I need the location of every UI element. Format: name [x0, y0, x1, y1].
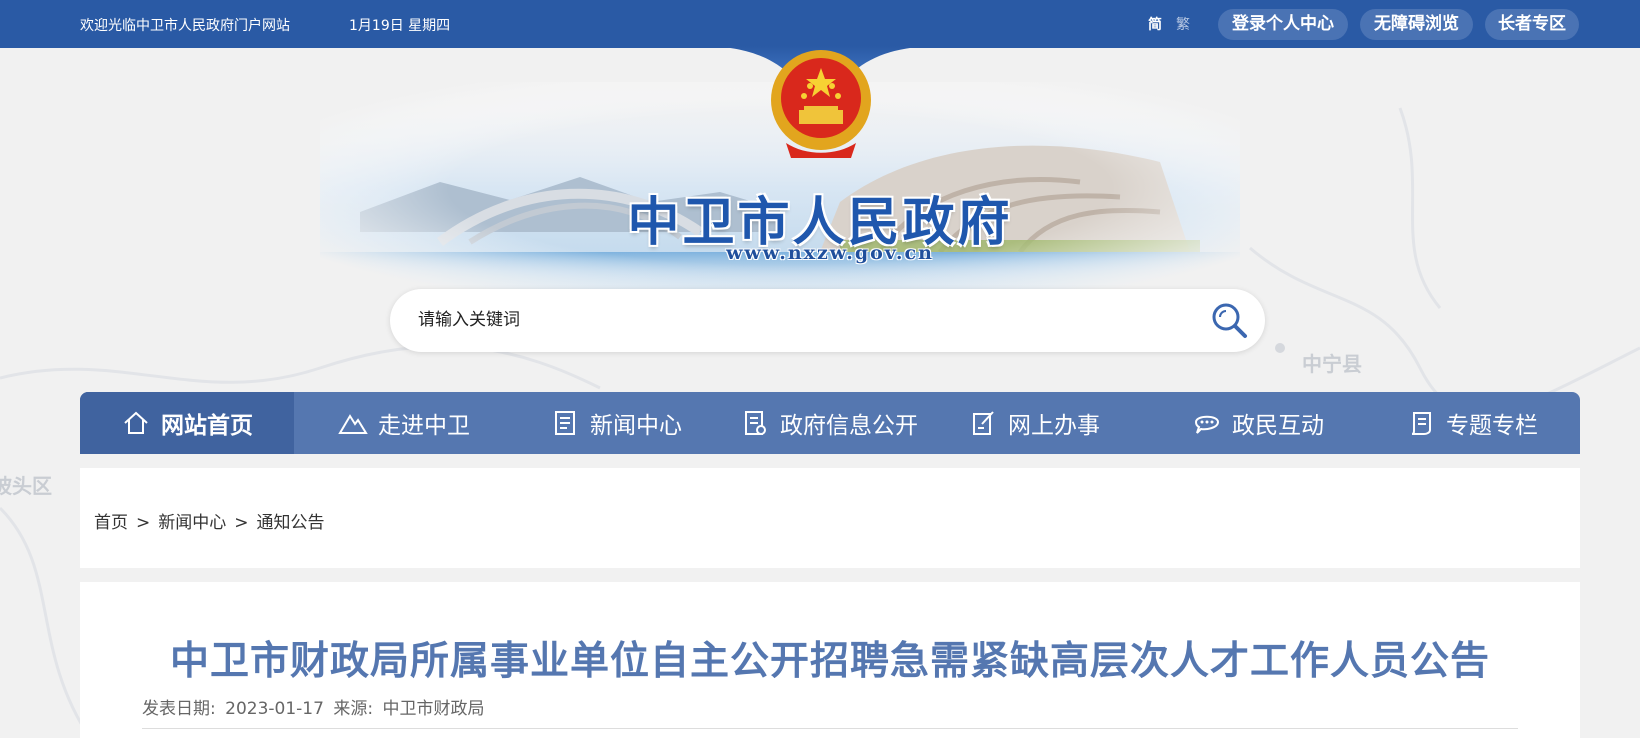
scroll-icon	[1406, 408, 1436, 438]
publish-date: 2023-01-17	[225, 699, 324, 719]
nav-news-center[interactable]: 新闻中心	[550, 392, 682, 454]
nav-online-services[interactable]: 网上办事	[968, 392, 1100, 454]
nav-label: 网站首页	[161, 413, 253, 439]
article-title: 中卫市财政局所属事业单位自主公开招聘急需紧缺高层次人才工作人员公告	[169, 639, 1490, 684]
national-emblem-icon	[771, 50, 871, 158]
source-label: 来源:	[333, 699, 374, 719]
nav-label: 政府信息公开	[780, 413, 918, 439]
nav-special-topics[interactable]: 专题专栏	[1406, 392, 1538, 454]
home-icon	[121, 408, 151, 438]
nav-label: 走进中卫	[378, 413, 470, 439]
nav-label: 政民互动	[1232, 413, 1324, 439]
edit-icon	[968, 408, 998, 438]
article: 中卫市财政局所属事业单位自主公开招聘急需紧缺高层次人才工作人员公告 发表日期: …	[80, 582, 1580, 738]
nav-interaction[interactable]: 政民互动	[1192, 392, 1324, 454]
breadcrumb-current-link[interactable]: 通知公告	[257, 513, 325, 533]
document-icon	[740, 408, 770, 438]
date-label: 发表日期:	[142, 699, 216, 719]
breadcrumb-home-link[interactable]: 首页	[94, 513, 128, 533]
search-icon[interactable]	[1210, 301, 1250, 341]
site-url: www.nxzw.gov.cn	[726, 242, 934, 264]
mountain-icon	[338, 408, 368, 438]
date-text: 1月19日 星期四	[349, 18, 451, 34]
nav-label: 专题专栏	[1446, 413, 1538, 439]
login-button[interactable]: 登录个人中心	[1218, 9, 1348, 40]
simplified-chinese-link[interactable]: 简	[1148, 14, 1162, 34]
news-icon	[550, 408, 580, 438]
elderly-zone-button[interactable]: 长者专区	[1485, 9, 1579, 40]
map-label-left: 坡头区	[0, 474, 52, 498]
breadcrumb: 首页 > 新闻中心 > 通知公告	[80, 468, 1580, 568]
nav-about-zhongwei[interactable]: 走进中卫	[338, 392, 470, 454]
search-input[interactable]	[418, 305, 1178, 335]
nav-home[interactable]: 网站首页	[80, 392, 294, 454]
source-value: 中卫市财政局	[382, 699, 485, 719]
divider	[142, 728, 1518, 729]
nav-gov-info[interactable]: 政府信息公开	[740, 392, 918, 454]
traditional-chinese-link[interactable]: 繁	[1176, 14, 1190, 34]
nav-label: 新闻中心	[590, 413, 682, 439]
search-box	[390, 289, 1265, 352]
main-nav: 网站首页 走进中卫 新闻中心 政府信息公开 网上办事 政民互动 专题专栏	[80, 392, 1580, 454]
nav-label: 网上办事	[1008, 413, 1100, 439]
welcome-text: 欢迎光临中卫市人民政府门户网站	[80, 18, 290, 34]
breadcrumb-separator: >	[234, 513, 249, 533]
map-label-right: 中宁县	[1302, 352, 1362, 376]
article-meta: 发表日期: 2023-01-17 来源: 中卫市财政局	[142, 694, 488, 719]
top-bar: 欢迎光临中卫市人民政府门户网站 1月19日 星期四 简 繁 登录个人中心 无障碍…	[0, 0, 1640, 48]
chat-icon	[1192, 408, 1222, 438]
breadcrumb-news-link[interactable]: 新闻中心	[158, 513, 226, 533]
breadcrumb-separator: >	[136, 513, 151, 533]
accessibility-button[interactable]: 无障碍浏览	[1360, 9, 1473, 40]
